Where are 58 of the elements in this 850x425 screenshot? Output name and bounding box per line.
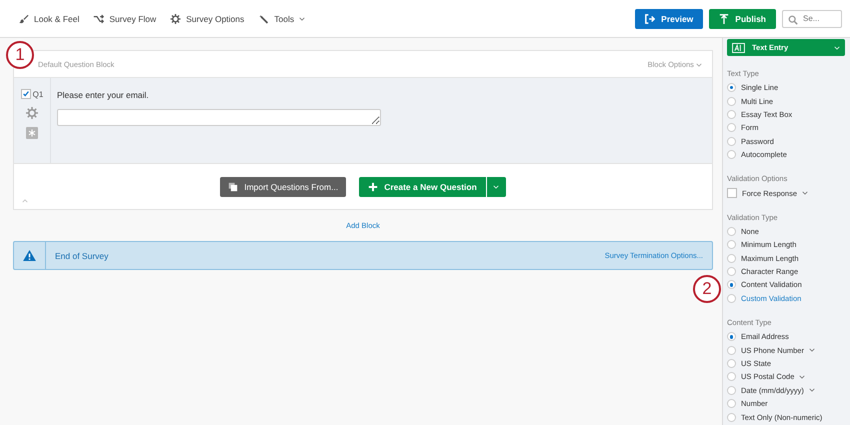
dropdown-button[interactable] [486, 176, 506, 196]
create-question-button[interactable]: Create a New Question [359, 176, 486, 196]
import-questions-button[interactable]: Import Questions From... [220, 176, 346, 196]
caret-icon [834, 46, 840, 50]
toolbar-button[interactable]: Survey Flow [93, 14, 156, 24]
radio-button[interactable] [727, 96, 736, 106]
toolbar-button[interactable]: Survey Options [170, 14, 244, 24]
radio-button[interactable] [727, 399, 736, 408]
caret-icon[interactable] [808, 388, 815, 392]
radio-button[interactable] [727, 226, 736, 236]
caret-icon[interactable] [799, 374, 806, 379]
asterisk-icon[interactable] [26, 127, 38, 139]
end-of-survey-title: End of Survey [55, 250, 110, 260]
radio-button[interactable] [727, 412, 736, 422]
search-icon [788, 14, 798, 24]
radio-button[interactable] [727, 386, 736, 395]
copy-icon [228, 182, 238, 192]
caret-icon [299, 16, 306, 20]
radio-button[interactable] [727, 110, 736, 119]
callout-number: 1 [6, 41, 34, 69]
toolbar-button[interactable]: Look & Feel [18, 14, 80, 24]
radio-button[interactable] [727, 136, 736, 146]
radio-button[interactable] [727, 359, 736, 368]
plus-icon [368, 182, 378, 192]
radio-button[interactable] [727, 294, 736, 303]
radio-button[interactable] [727, 346, 736, 355]
radio-button[interactable] [727, 332, 736, 342]
search-field[interactable]: Se... [782, 10, 842, 28]
callout-number: 2 [693, 275, 721, 303]
toolbar-button[interactable]: Tools [258, 14, 306, 24]
radio-button[interactable] [727, 280, 736, 290]
question-number: Q1 [32, 90, 44, 98]
exit-arrow-icon [645, 14, 656, 24]
caret-icon [493, 184, 500, 188]
checkbox[interactable] [20, 89, 31, 99]
paintbrush-icon [18, 14, 29, 24]
question-text: Please enter your email. [57, 90, 150, 100]
checkbox[interactable] [727, 188, 737, 198]
preview-button[interactable]: Preview [635, 8, 704, 28]
radio-button[interactable] [727, 240, 736, 250]
publish-button[interactable]: Publish [709, 8, 776, 28]
radio-button[interactable] [727, 123, 736, 132]
collapse-icon[interactable] [22, 199, 28, 203]
caret-icon [696, 62, 702, 66]
radio-button[interactable] [727, 372, 736, 382]
upload-icon [719, 14, 730, 24]
caret-icon[interactable] [808, 348, 815, 352]
flow-icon [93, 14, 104, 24]
settings-icon[interactable] [26, 107, 38, 119]
caret-icon[interactable] [802, 191, 808, 196]
radio-button[interactable] [727, 150, 736, 160]
answer-field[interactable] [57, 109, 381, 126]
warning-icon [23, 250, 36, 261]
radio-button[interactable] [727, 267, 736, 276]
settings-icon [170, 14, 182, 24]
radio-button[interactable] [727, 83, 736, 92]
radio-button[interactable] [727, 254, 736, 263]
text-entry-icon [732, 42, 745, 52]
